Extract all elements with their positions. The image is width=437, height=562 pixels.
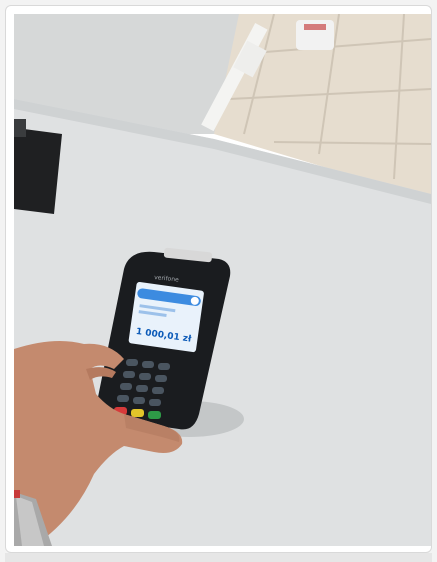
photo-payment-terminal: verifone 1 000,01 zł xyxy=(14,14,431,546)
photo-card: verifone 1 000,01 zł xyxy=(5,5,432,553)
correction-key xyxy=(131,409,144,417)
terminal-screen: 1 000,01 zł xyxy=(128,281,204,353)
ok-key xyxy=(148,411,161,419)
trash-bin xyxy=(296,20,334,50)
bottom-strip xyxy=(5,553,432,562)
dark-case xyxy=(14,119,62,214)
